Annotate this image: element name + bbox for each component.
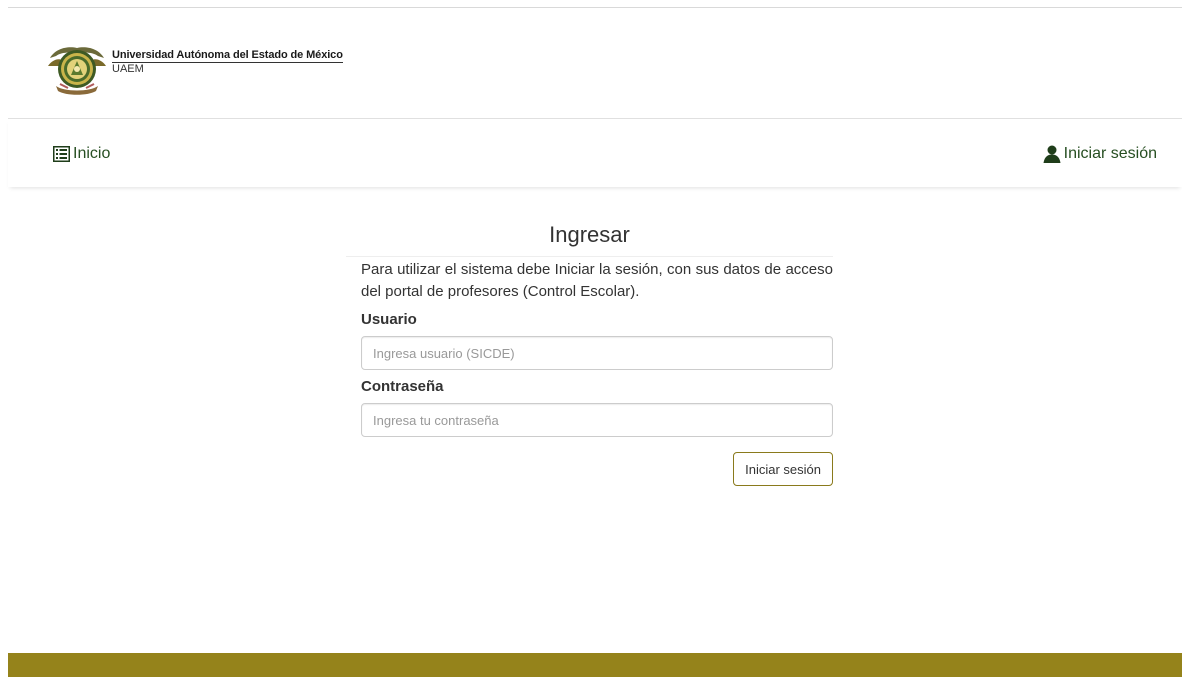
- brand-text: Universidad Autónoma del Estado de Méxic…: [112, 36, 343, 76]
- nav-home-link[interactable]: Inicio: [53, 145, 110, 163]
- username-field-group: Usuario: [346, 311, 833, 370]
- nav-login-link[interactable]: Iniciar sesión: [1043, 145, 1157, 163]
- password-label: Contraseña: [361, 378, 444, 395]
- navbar: Inicio Iniciar sesión: [8, 118, 1182, 187]
- university-abbr: UAEM: [112, 63, 144, 75]
- footer-bar: [8, 653, 1182, 677]
- login-submit-button[interactable]: Iniciar sesión: [733, 452, 833, 486]
- list-icon: [53, 146, 70, 162]
- login-actions: Iniciar sesión: [346, 452, 833, 486]
- login-intro-text: Para utilizar el sistema debe Iniciar la…: [361, 261, 833, 300]
- top-divider: [8, 7, 1182, 8]
- nav-home-label: Inicio: [73, 145, 111, 162]
- username-label: Usuario: [361, 311, 417, 328]
- username-input[interactable]: [361, 336, 833, 370]
- user-icon: [1043, 145, 1061, 163]
- login-title: Ingresar: [346, 222, 833, 257]
- password-input[interactable]: [361, 403, 833, 437]
- university-crest-icon: [48, 47, 106, 95]
- login-panel: Ingresar Para utilizar el sistema debe I…: [346, 222, 833, 486]
- page: Universidad Autónoma del Estado de Méxic…: [0, 0, 1182, 677]
- password-field-group: Contraseña: [346, 378, 833, 437]
- site-header: Universidad Autónoma del Estado de Méxic…: [46, 36, 343, 96]
- university-name[interactable]: Universidad Autónoma del Estado de Méxic…: [112, 49, 343, 63]
- nav-login-label: Iniciar sesión: [1063, 145, 1157, 162]
